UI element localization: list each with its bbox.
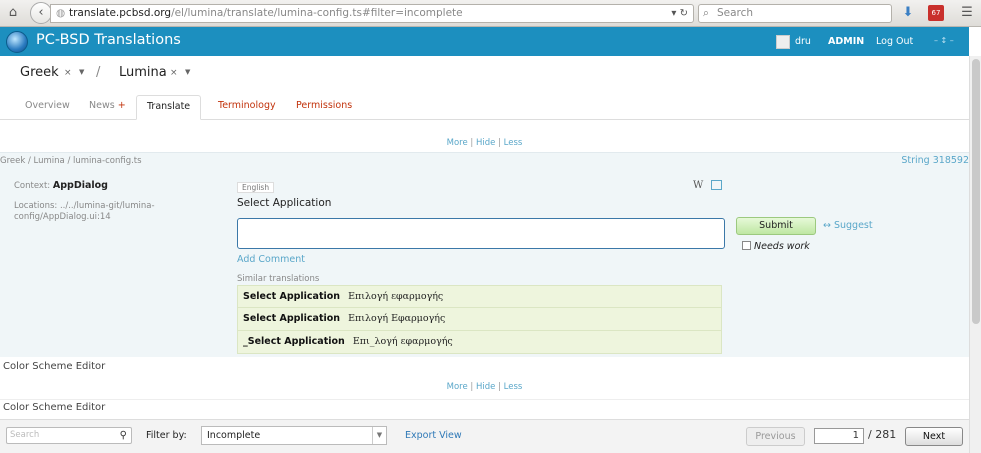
- context-controls: More | Hide | Less: [0, 382, 969, 392]
- string-number-link[interactable]: String 318592: [901, 155, 969, 166]
- site-title[interactable]: PC-BSD Translations: [36, 32, 181, 48]
- globe-icon: ◍: [56, 7, 66, 19]
- footer-toolbar: Search ⚲ Filter by: Incomplete ▼ Export …: [0, 419, 969, 453]
- browser-search-input[interactable]: ⌕ Search: [698, 4, 892, 23]
- hide-link[interactable]: Hide: [476, 138, 495, 148]
- breadcrumb-separator: /: [96, 65, 101, 80]
- locations-info: Locations: ../../lumina-git/lumina-confi…: [14, 201, 214, 223]
- chevron-down-icon[interactable]: ▼: [372, 427, 386, 444]
- add-comment-link[interactable]: Add Comment: [237, 254, 305, 265]
- reload-icon[interactable]: ▾ ↻: [671, 5, 688, 22]
- list-item[interactable]: _Select Application Επι_λογή εφαρμογής: [237, 331, 722, 354]
- addon-icon[interactable]: 67: [928, 5, 944, 21]
- filter-value: Incomplete: [207, 430, 261, 441]
- locations-label: Locations:: [14, 201, 58, 211]
- url-bar[interactable]: ◍ translate.pcbsd.org/el/lumina/translat…: [50, 4, 694, 23]
- filter-select[interactable]: Incomplete ▼: [201, 426, 387, 445]
- translation-unit: Greek / Lumina / lumina-config.ts String…: [0, 152, 969, 357]
- chevron-down-icon[interactable]: ▼: [79, 68, 84, 76]
- search-icon: ⌕: [703, 7, 709, 19]
- scrollbar[interactable]: [969, 56, 981, 453]
- next-unit-row[interactable]: Color Scheme Editor: [0, 399, 969, 417]
- export-view-link[interactable]: Export View: [405, 430, 462, 441]
- filter-label: Filter by:: [146, 430, 187, 441]
- menu-icon[interactable]: ☰: [957, 3, 977, 23]
- separator: |: [498, 382, 501, 392]
- tab-news[interactable]: News +: [79, 95, 136, 120]
- wikipedia-icon[interactable]: W: [693, 180, 703, 191]
- page-number-input[interactable]: 1: [814, 428, 864, 444]
- hide-link[interactable]: Hide: [476, 382, 495, 392]
- breadcrumb: Greek × ▼ / Lumina × ▼: [0, 56, 969, 92]
- close-icon[interactable]: ×: [170, 68, 178, 78]
- browser-toolbar: ⌂ ‹ ◍ translate.pcbsd.org/el/lumina/tran…: [0, 0, 981, 27]
- scrollbar-thumb[interactable]: [972, 59, 980, 324]
- less-link[interactable]: Less: [504, 382, 523, 392]
- translation-textarea[interactable]: [237, 218, 725, 249]
- more-link[interactable]: More: [447, 138, 468, 148]
- next-button[interactable]: Next: [905, 427, 963, 446]
- home-icon[interactable]: ⌂: [3, 3, 23, 23]
- less-link[interactable]: Less: [504, 138, 523, 148]
- tab-terminology[interactable]: Terminology: [208, 95, 286, 120]
- needs-work-label: Needs work: [754, 241, 810, 252]
- similar-source: Select Application: [243, 291, 341, 302]
- source-text: Select Application: [237, 197, 332, 209]
- submit-button[interactable]: Submit: [736, 217, 816, 235]
- tab-translate[interactable]: Translate: [136, 95, 202, 120]
- list-item[interactable]: Select Application Επιλογή εφαρμογής: [237, 285, 722, 308]
- similar-translations-list: Select Application Επιλογή εφαρμογής Sele…: [237, 285, 722, 354]
- needs-work-checkbox[interactable]: Needs work: [742, 241, 810, 252]
- similar-source: _Select Application: [243, 336, 345, 347]
- plus-icon: +: [117, 100, 126, 111]
- list-item[interactable]: Select Application Επιλογή Εφαρμογής: [237, 308, 722, 331]
- tab-news-label: News: [89, 100, 115, 111]
- context-info: Context: AppDialog: [14, 180, 108, 191]
- more-link[interactable]: More: [447, 382, 468, 392]
- header-tools-icon[interactable]: – ↕ –: [934, 36, 954, 45]
- next-unit-row[interactable]: Color Scheme Editor: [0, 361, 969, 377]
- separator: |: [470, 382, 474, 392]
- avatar[interactable]: [776, 35, 790, 49]
- project-crumb[interactable]: Lumina: [119, 65, 167, 80]
- url-path: /el/lumina/translate/lumina-config.ts#fi…: [171, 7, 463, 19]
- admin-link[interactable]: ADMIN: [828, 36, 864, 47]
- filter-search-placeholder: Search: [10, 430, 40, 440]
- chevron-down-icon[interactable]: ▼: [185, 68, 190, 76]
- url-domain: translate.pcbsd.org: [69, 7, 172, 19]
- tab-bar: Overview News + Translate Terminology Pe…: [0, 92, 969, 120]
- checkbox-icon[interactable]: [742, 241, 751, 250]
- source-language-tag: English: [237, 182, 275, 193]
- context-controls: More | Hide | Less: [0, 138, 969, 148]
- previous-button[interactable]: Previous: [746, 427, 805, 446]
- browser-search-placeholder: Search: [717, 7, 754, 19]
- close-icon[interactable]: ×: [64, 68, 72, 78]
- download-icon[interactable]: ⬇: [898, 3, 918, 23]
- similar-source: Select Application: [243, 313, 341, 324]
- back-button[interactable]: ‹: [30, 2, 52, 24]
- unit-path: Greek / Lumina / lumina-config.ts: [0, 156, 142, 166]
- suggest-button[interactable]: ↔ Suggest: [823, 220, 873, 231]
- context-value: AppDialog: [52, 180, 108, 191]
- tab-permissions[interactable]: Permissions: [286, 95, 362, 120]
- logout-link[interactable]: Log Out: [876, 36, 913, 47]
- user-link[interactable]: dru: [795, 36, 811, 47]
- context-label: Context:: [14, 181, 51, 191]
- app-header: PC-BSD Translations dru ADMIN Log Out – …: [0, 27, 969, 56]
- separator: |: [470, 138, 474, 148]
- language-crumb[interactable]: Greek: [20, 65, 59, 80]
- copy-icon[interactable]: [711, 180, 722, 190]
- similar-target: Επι_λογή εφαρμογής: [352, 336, 453, 347]
- similar-target: Επιλογή Εφαρμογής: [348, 313, 446, 324]
- similar-target: Επιλογή εφαρμογής: [348, 291, 444, 302]
- tab-overview[interactable]: Overview: [15, 95, 80, 120]
- page-total: / 281: [868, 428, 897, 441]
- search-icon[interactable]: ⚲: [120, 428, 127, 443]
- filter-search-input[interactable]: Search ⚲: [6, 427, 132, 444]
- separator: |: [498, 138, 501, 148]
- similar-translations-label: Similar translations: [237, 274, 320, 284]
- logo-icon[interactable]: [6, 31, 28, 53]
